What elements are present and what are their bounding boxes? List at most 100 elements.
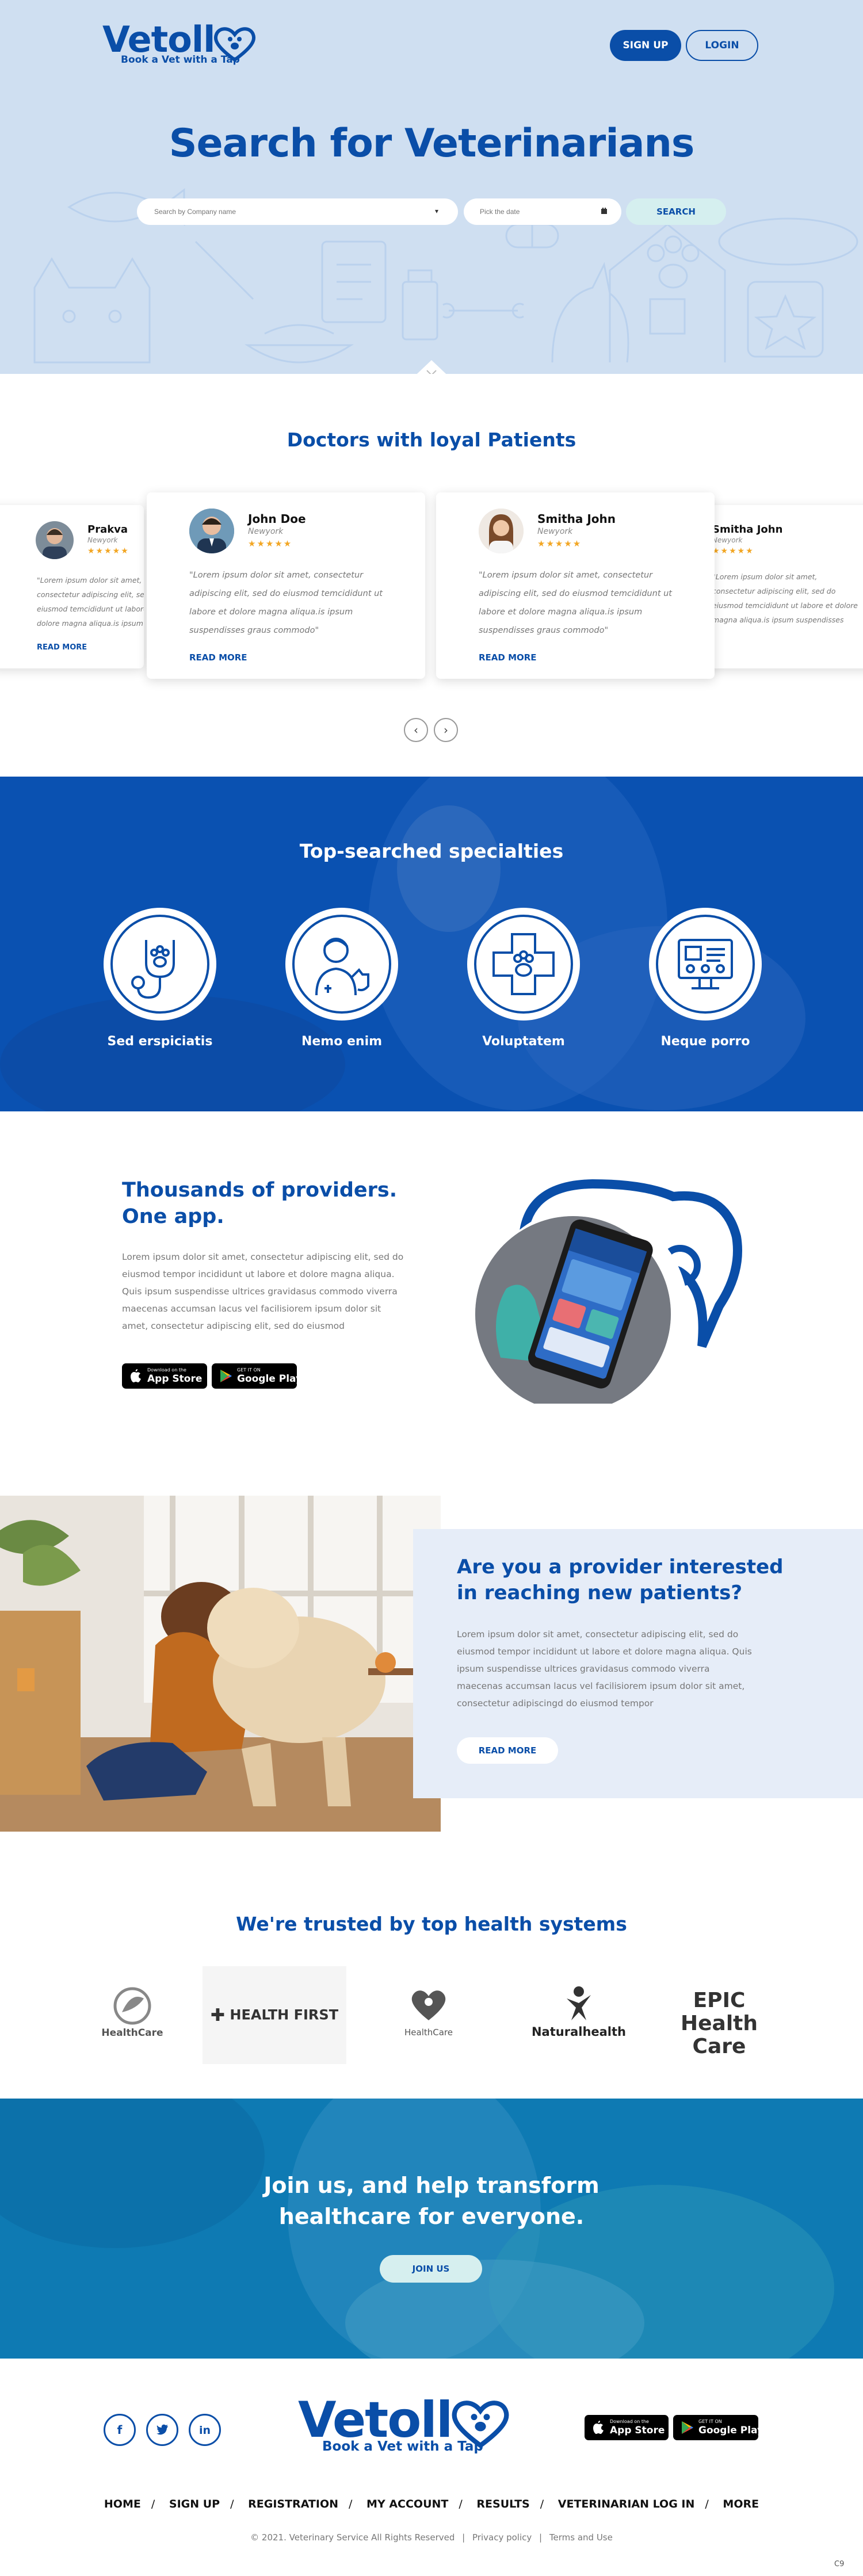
twitter-link[interactable] bbox=[146, 2414, 178, 2446]
footer-link-vet-login[interactable]: VETERINARIAN LOG IN bbox=[558, 2498, 695, 2510]
specialty-item[interactable]: Sed erspiciatis bbox=[97, 908, 223, 1049]
doctors-section-title: Doctors with loyal Patients bbox=[287, 429, 576, 451]
rating-stars: ★★★★★ bbox=[248, 538, 293, 549]
specialty-item[interactable]: Voluptatem bbox=[460, 908, 587, 1049]
providers-title-line1: Thousands of providers. bbox=[122, 1179, 398, 1202]
footer-link-more[interactable]: MORE bbox=[723, 2498, 759, 2510]
nav-separator: / bbox=[349, 2498, 353, 2510]
pet-clinic-screen-icon bbox=[678, 939, 733, 989]
scroll-down-notch[interactable] bbox=[408, 359, 455, 374]
app-store-label: App Store bbox=[147, 1373, 203, 1385]
google-play-icon bbox=[682, 2421, 693, 2434]
doctor-quote: "Lorem ipsum dolor sit amet, consectetur… bbox=[712, 572, 858, 624]
google-play-label: Google Play bbox=[237, 1373, 303, 1385]
facebook-link[interactable]: f bbox=[104, 2414, 136, 2446]
privacy-policy-link[interactable]: Privacy policy bbox=[472, 2532, 532, 2543]
join-us-button[interactable]: JOIN US bbox=[380, 2255, 482, 2283]
footer-logo[interactable]: Vetoll Book a Vet with a Tap bbox=[298, 2395, 528, 2459]
specialty-label: Nemo enim bbox=[301, 1034, 383, 1049]
doctor-card[interactable]: John Doe Newyork ★★★★★ "Lorem ipsum dolo… bbox=[147, 492, 425, 679]
partner-logo-label: HealthCare bbox=[404, 2027, 453, 2038]
doctor-avatar bbox=[189, 509, 234, 553]
corner-label: C9 bbox=[834, 2560, 845, 2569]
carousel-next-button[interactable]: › bbox=[434, 718, 458, 742]
doctor-city: Newyork bbox=[87, 536, 118, 544]
provider-read-more-button[interactable]: READ MORE bbox=[457, 1737, 558, 1764]
specialty-item[interactable]: Nemo enim bbox=[278, 908, 405, 1049]
google-play-small-label: GET IT ON bbox=[698, 2419, 722, 2424]
doctor-avatar bbox=[479, 509, 524, 553]
date-picker-input[interactable] bbox=[464, 198, 621, 225]
footer-link-results[interactable]: RESULTS bbox=[476, 2498, 529, 2510]
hero-title: Search for Veterinarians bbox=[169, 121, 695, 166]
footer-link-registration[interactable]: REGISTRATION bbox=[248, 2498, 338, 2510]
separator: | bbox=[539, 2532, 543, 2543]
nav-separator: / bbox=[151, 2498, 155, 2510]
providers-text: Lorem ipsum dolor sit amet, consectetur … bbox=[122, 1252, 404, 1331]
partner-logo-healthcare[interactable]: HealthCare bbox=[92, 1966, 173, 2064]
nav-separator: / bbox=[230, 2498, 234, 2510]
doctor-card[interactable]: Prakva Newyork ★★★★★ "Lorem ipsum dolor … bbox=[0, 505, 144, 668]
partner-logo-label: Naturalhealth bbox=[531, 2025, 626, 2039]
footer-link-home[interactable]: HOME bbox=[104, 2498, 141, 2510]
linkedin-link[interactable]: in bbox=[189, 2414, 221, 2446]
signup-button[interactable]: SIGN UP bbox=[610, 30, 681, 61]
read-more-link[interactable]: READ MORE bbox=[189, 652, 247, 663]
provider-interest-text: Lorem ipsum dolor sit amet, consectetur … bbox=[457, 1629, 752, 1709]
footer-link-signup[interactable]: SIGN UP bbox=[169, 2498, 220, 2510]
partner-logo-epic[interactable]: EPIC Health Care bbox=[667, 1966, 771, 2064]
carousel-prev-button[interactable]: ‹ bbox=[404, 718, 428, 742]
healthcare-leaf-logo-icon bbox=[113, 1987, 151, 2025]
partner-logo-health-first[interactable]: ✚ HEALTH FIRST bbox=[203, 1966, 346, 2064]
company-search-select[interactable] bbox=[137, 198, 458, 225]
calendar-icon bbox=[601, 208, 607, 214]
provider-interest-title: Are you a provider interested in reachin… bbox=[457, 1554, 814, 1606]
footer-google-play-button[interactable]: GET IT ON Google Play bbox=[673, 2415, 763, 2440]
medical-cross-paw-icon bbox=[492, 933, 555, 995]
specialty-icon-circle bbox=[285, 908, 398, 1021]
apple-icon bbox=[593, 2421, 604, 2434]
specialty-label: Sed erspiciatis bbox=[107, 1034, 213, 1049]
specialty-icon-ring bbox=[474, 915, 573, 1014]
providers-title: Thousands of providers. One app. bbox=[122, 1177, 397, 1230]
google-play-button[interactable]: GET IT ON Google Play bbox=[212, 1363, 302, 1389]
specialty-icon-circle bbox=[649, 908, 762, 1021]
rating-stars: ★★★★★ bbox=[537, 538, 582, 549]
provider-interest-title-line1: Are you a provider interested bbox=[457, 1555, 784, 1579]
footer-link-my-account[interactable]: MY ACCOUNT bbox=[366, 2498, 448, 2510]
specialty-icon-ring bbox=[656, 915, 755, 1014]
doctor-card[interactable]: Smitha John Newyork ★★★★★ "Lorem ipsum d… bbox=[696, 505, 863, 668]
vet-doctor-dog-icon bbox=[315, 938, 369, 996]
twitter-icon bbox=[156, 2424, 168, 2435]
read-more-link[interactable]: READ MORE bbox=[479, 652, 537, 663]
woman-hugging-dog-photo bbox=[0, 1496, 441, 1832]
read-more-link[interactable]: READ MORE bbox=[37, 643, 87, 652]
rating-stars: ★★★★★ bbox=[712, 546, 754, 556]
specialty-label: Voluptatem bbox=[482, 1034, 565, 1049]
heart-hands-logo-icon bbox=[411, 1990, 446, 2020]
footer-app-store-button[interactable]: Download on the App Store bbox=[585, 2415, 669, 2440]
terms-link[interactable]: Terms and Use bbox=[549, 2532, 613, 2543]
specialty-icon-circle bbox=[104, 908, 216, 1021]
app-store-label: App Store bbox=[610, 2425, 665, 2436]
login-button[interactable]: LOGIN bbox=[686, 30, 758, 61]
partner-logo-healthcare-heart[interactable]: HealthCare bbox=[391, 1966, 466, 2064]
partner-logo-natural-health[interactable]: Naturalhealth bbox=[527, 1966, 631, 2064]
linkedin-icon: in bbox=[198, 2424, 211, 2437]
trusted-section-title: We're trusted by top health systems bbox=[236, 1913, 627, 1935]
doctor-card[interactable]: Smitha John Newyork ★★★★★ "Lorem ipsum d… bbox=[436, 492, 715, 679]
apple-icon bbox=[131, 1369, 141, 1382]
specialty-item[interactable]: Neque porro bbox=[642, 908, 769, 1049]
app-store-button[interactable]: Download on the App Store bbox=[122, 1363, 207, 1389]
doctor-name: Prakva bbox=[87, 523, 128, 536]
logo[interactable]: Vetoll Book a Vet with a Tap bbox=[102, 22, 275, 74]
separator: | bbox=[462, 2532, 465, 2543]
providers-title-line2: One app. bbox=[122, 1205, 224, 1228]
join-section: Join us, and help transform healthcare f… bbox=[0, 2099, 863, 2359]
search-button[interactable]: SEARCH bbox=[626, 198, 726, 225]
doctor-quote: "Lorem ipsum dolor sit amet, consectetur… bbox=[479, 571, 672, 635]
provider-interest-title-line2: in reaching new patients? bbox=[457, 1581, 743, 1604]
logo-tagline: Book a Vet with a Tap bbox=[121, 54, 240, 66]
specialty-icon-circle bbox=[467, 908, 580, 1021]
google-play-label: Google Play bbox=[698, 2425, 764, 2436]
